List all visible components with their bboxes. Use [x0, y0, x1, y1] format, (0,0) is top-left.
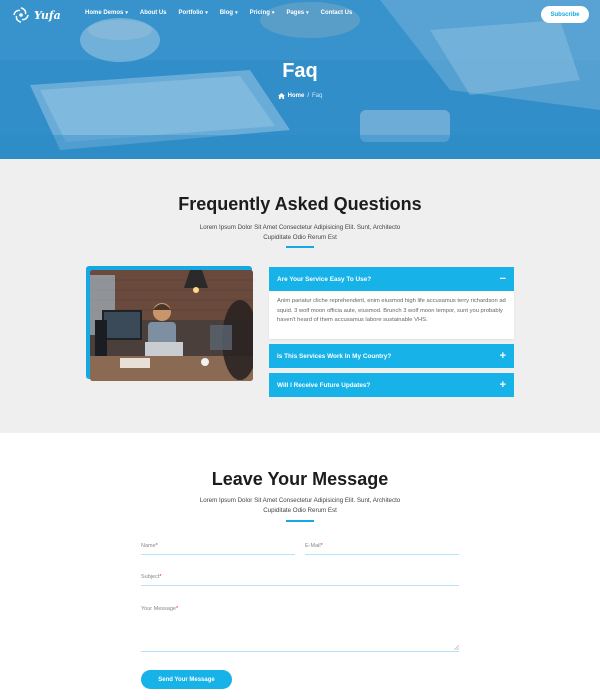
resize-handle-icon[interactable]	[454, 645, 459, 650]
faq-question-toggle[interactable]: Is This Services Work In My Country? +	[269, 344, 514, 368]
nav-item-about-us[interactable]: About Us	[140, 10, 167, 16]
nav-item-home-demos[interactable]: Home Demos ▾	[85, 10, 128, 16]
chevron-down-icon: ▾	[205, 9, 208, 16]
faq-item-2: Is This Services Work In My Country? +	[269, 344, 514, 368]
subject-field[interactable]: Subject*	[141, 574, 459, 586]
nav-item-blog[interactable]: Blog ▾	[220, 10, 238, 16]
email-field[interactable]: E-Mail*	[305, 543, 459, 555]
faq-heading-underline	[286, 246, 314, 248]
home-icon	[277, 93, 285, 99]
send-message-button[interactable]: Send Your Message	[141, 670, 232, 689]
faq-item-3: Will I Receive Future Updates? +	[269, 373, 514, 397]
faq-question-toggle[interactable]: Will I Receive Future Updates? +	[269, 373, 514, 397]
message-textarea[interactable]: Your Message*	[141, 606, 459, 652]
message-heading: Leave Your Message	[211, 469, 389, 489]
chevron-down-icon: ▾	[306, 9, 309, 16]
breadcrumb-home-link[interactable]: Home	[288, 93, 305, 99]
faq-image-frame	[86, 266, 254, 381]
nav-item-label: About Us	[139, 10, 167, 16]
subject-field-label: Subject*	[141, 574, 162, 580]
faq-question: Will I Receive Future Updates?	[277, 381, 371, 389]
nav-item-label: Contact Us	[320, 10, 353, 16]
nav-item-portfolio[interactable]: Portfolio ▾	[179, 10, 208, 16]
office-worker-photo	[90, 270, 253, 381]
chevron-down-icon: ▾	[235, 9, 238, 16]
nav-item-pricing[interactable]: Pricing ▾	[250, 10, 275, 16]
top-navigation: Yufa Home Demos ▾ About Us Portfolio ▾ B…	[0, 0, 600, 30]
faq-item-1: Are Your Service Easy To Use? − Anim par…	[269, 267, 514, 339]
faq-answer: Anim pariatur cliche reprehenderit, enim…	[269, 291, 514, 339]
swirl-logo-icon	[13, 7, 29, 23]
faq-subtitle: Lorem Ipsum Dolor Sit Amet Consectetur A…	[199, 224, 401, 241]
nav-item-pages[interactable]: Pages ▾	[286, 10, 308, 16]
main-menu: Home Demos ▾ About Us Portfolio ▾ Blog ▾…	[85, 10, 364, 16]
nav-item-label: Portfolio	[178, 10, 204, 16]
chevron-down-icon: ▾	[125, 9, 128, 16]
message-subtitle: Lorem Ipsum Dolor Sit Amet Consectetur A…	[199, 497, 401, 514]
email-field-label: E-Mail*	[305, 543, 323, 549]
minus-icon[interactable]: −	[500, 273, 506, 285]
faq-question-toggle[interactable]: Are Your Service Easy To Use? −	[269, 267, 514, 291]
nav-item-label: Pages	[286, 10, 305, 16]
plus-icon[interactable]: +	[500, 350, 506, 362]
breadcrumb-separator: /	[307, 93, 309, 99]
nav-item-label: Pricing	[249, 10, 270, 16]
message-field-label: Your Message*	[141, 606, 179, 612]
breadcrumb: Home / Faq	[0, 93, 600, 99]
faq-heading: Frequently Asked Questions	[178, 194, 422, 214]
faq-question: Is This Services Work In My Country?	[277, 352, 392, 360]
nav-item-label: Blog	[219, 10, 234, 16]
brand-name: Yufa	[34, 8, 61, 22]
breadcrumb-current: Faq	[312, 93, 323, 99]
nav-item-contact-us[interactable]: Contact Us	[321, 10, 353, 16]
name-field[interactable]: Name*	[141, 543, 295, 555]
plus-icon[interactable]: +	[500, 379, 506, 391]
faq-question: Are Your Service Easy To Use?	[277, 275, 372, 283]
message-heading-underline	[286, 520, 314, 522]
nav-item-label: Home Demos	[85, 10, 124, 16]
page-title: Faq	[282, 60, 318, 82]
name-field-label: Name*	[141, 543, 158, 549]
chevron-down-icon: ▾	[271, 9, 275, 16]
hero-banner: Yufa Home Demos ▾ About Us Portfolio ▾ B…	[0, 0, 600, 159]
subscribe-button[interactable]: Subscribe	[541, 6, 589, 23]
brand-logo[interactable]: Yufa	[12, 6, 61, 24]
